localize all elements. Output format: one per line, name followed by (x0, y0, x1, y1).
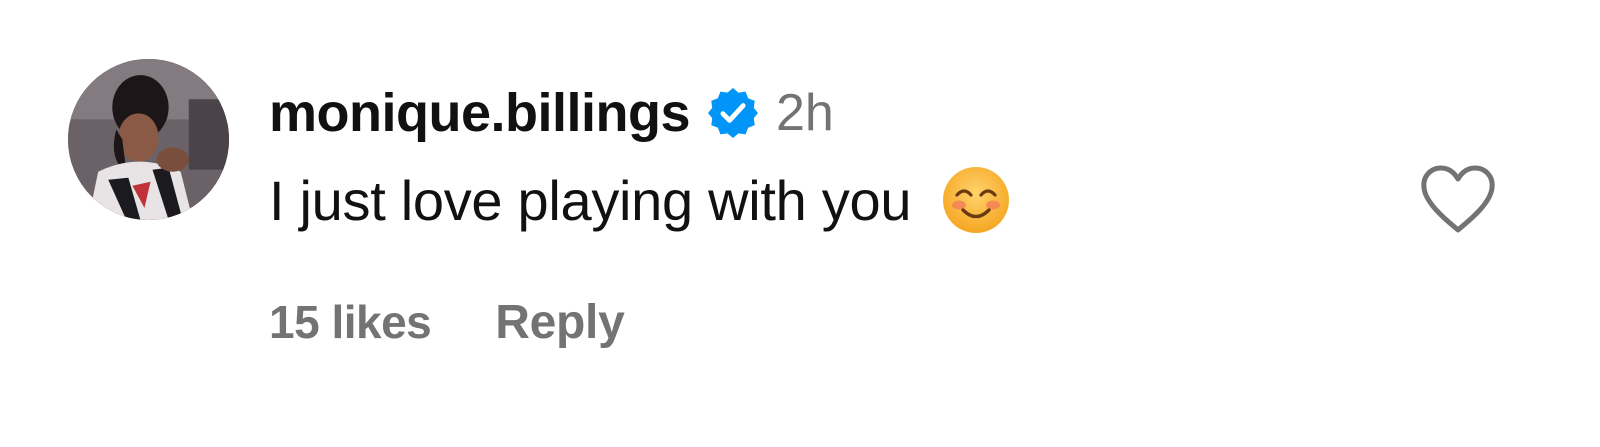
timestamp: 2h (776, 84, 834, 142)
avatar-image (68, 59, 229, 220)
heart-outline-icon (1421, 165, 1495, 233)
comment-body: I just love playing with you (269, 160, 1011, 240)
comment: monique.billings 2h I just love playing … (0, 0, 1600, 447)
comment-header: monique.billings 2h (269, 78, 834, 148)
avatar[interactable] (68, 59, 229, 220)
verified-badge-icon (706, 86, 760, 140)
smiling-face-emoji-icon (941, 165, 1011, 235)
comment-footer: 15 likes Reply (269, 290, 625, 354)
likes-count[interactable]: 15 likes (269, 295, 432, 349)
username[interactable]: monique.billings (269, 82, 691, 144)
like-button[interactable] (1418, 164, 1498, 236)
comment-text: I just love playing with you (269, 168, 912, 232)
reply-button[interactable]: Reply (495, 295, 625, 350)
